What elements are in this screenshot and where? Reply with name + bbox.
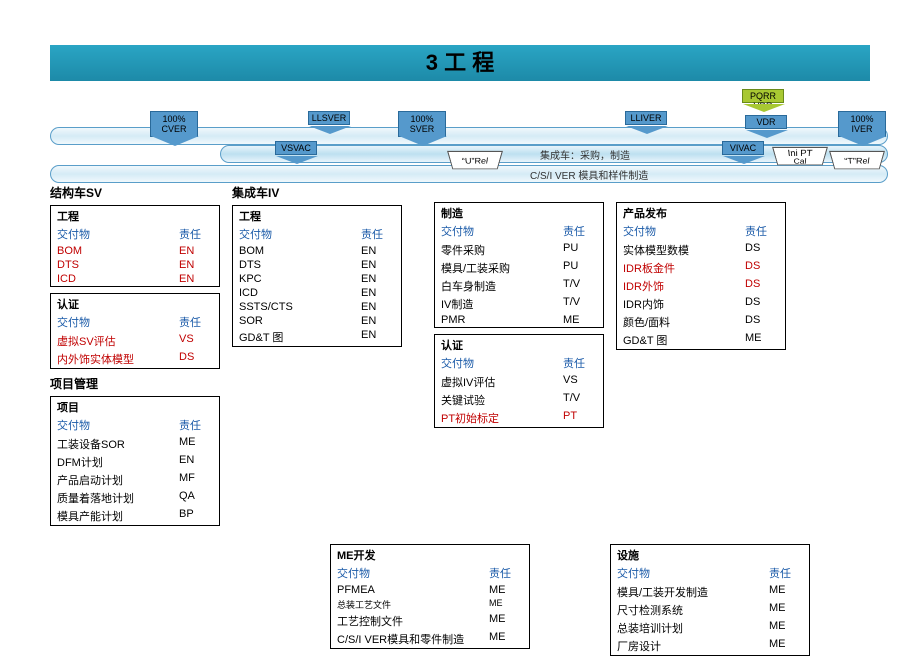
table-row: SOREN xyxy=(233,314,401,328)
box-title: 产品发布 xyxy=(617,203,785,223)
col-deliverable: 交付物 xyxy=(441,355,563,371)
table-row: DTSEN xyxy=(51,258,219,272)
table-row: IDR内饰DS xyxy=(617,295,785,313)
box-title: 工程 xyxy=(233,206,401,226)
sv-pm-box: 项目交付物责任工装设备SORMEDFM计划EN产品启动计划MF质量着落地计划QA… xyxy=(50,396,220,526)
box-title: 项目 xyxy=(51,397,219,417)
col-deliverable: 交付物 xyxy=(337,565,489,581)
table-row: PT初始标定PT xyxy=(435,409,603,427)
box-title: ME开发 xyxy=(331,545,529,565)
box-title: 制造 xyxy=(435,203,603,223)
iv-eng-box: 工程交付物责任 BOMENDTSENKPCENICDENSSTS/CTSENSOR… xyxy=(232,205,402,347)
col-resp: 责任 xyxy=(563,355,597,371)
milestone-chevron: 100%SVER xyxy=(398,111,446,137)
milestone-chevron: 100%IVER xyxy=(838,111,886,137)
table-row: 总装培训计划ME xyxy=(611,619,809,637)
col-deliverable: 交付物 xyxy=(617,565,769,581)
table-row: GD&T 图ME xyxy=(617,331,785,349)
timeline-label: C/S/I VER 模具和样件制造 xyxy=(530,167,648,182)
iv-header: 集成车IV xyxy=(232,184,402,201)
table-row: IDR外饰DS xyxy=(617,277,785,295)
col-resp: 责任 xyxy=(563,223,597,239)
pm-header: 项目管理 xyxy=(50,375,220,392)
table-row: BOMEN xyxy=(233,244,401,258)
milestone-trap: “T”Rel xyxy=(829,151,885,169)
table-row: 工艺控制文件ME xyxy=(331,612,529,630)
table-row: SSTS/CTSEN xyxy=(233,300,401,314)
box-title: 工程 xyxy=(51,206,219,226)
page-title: 3 工 程 xyxy=(50,45,870,81)
table-row: PMRME xyxy=(435,313,603,327)
col-deliverable: 交付物 xyxy=(239,226,361,242)
col-resp: 责任 xyxy=(179,417,213,433)
col-deliverable: 交付物 xyxy=(441,223,563,239)
box-title: 认证 xyxy=(435,335,603,355)
table-row: PFMEAME xyxy=(331,583,529,597)
table-row: ICDEN xyxy=(51,272,219,286)
table-row: KPCEN xyxy=(233,272,401,286)
milestone-chevron: VIVAC xyxy=(722,141,764,155)
table-row: C/S/I VER模具和零件制造ME xyxy=(331,630,529,648)
milestone-chevron: 100%CVER xyxy=(150,111,198,137)
prod-box: 产品发布交付物责任实体模型数模DSIDR板金件DSIDR外饰DSIDR内饰DS颜… xyxy=(616,202,786,350)
col-deliverable: 交付物 xyxy=(57,417,179,433)
table-row: IDR板金件DS xyxy=(617,259,785,277)
table-row: 模具产能计划BP xyxy=(51,507,219,525)
table-row: 模具/工装采购PU xyxy=(435,259,603,277)
table-row: 工装设备SORME xyxy=(51,435,219,453)
table-row: BOMEN xyxy=(51,244,219,258)
milestone-chevron: PQRRVDR xyxy=(742,89,784,103)
table-row: 模具/工装开发制造ME xyxy=(611,583,809,601)
table-row: DTSEN xyxy=(233,258,401,272)
timeline-label: 集成车：采购，制造 xyxy=(540,147,630,162)
table-row: 尺寸检测系统ME xyxy=(611,601,809,619)
mfg-box: 制造交付物责任零件采购PU模具/工装采购PU白车身制造T/VIV制造T/VPMR… xyxy=(434,202,604,328)
col-resp: 责任 xyxy=(489,565,523,581)
col-resp: 责任 xyxy=(769,565,803,581)
timeline: 集成车：采购，制造C/S/I VER 模具和样件制造100%CVERLLSVER… xyxy=(50,81,870,176)
milestone-chevron: LLSVER xyxy=(308,111,350,125)
fac-box: 设施交付物责任模具/工装开发制造ME尺寸检测系统ME总装培训计划ME厂房设计ME xyxy=(610,544,810,656)
col-resp: 责任 xyxy=(179,226,213,242)
table-row: 总装工艺文件ME xyxy=(331,597,529,612)
sv-eng-box: 工程交付物责任 BOMENDTSENICDEN xyxy=(50,205,220,287)
sv-header: 结构车SV xyxy=(50,184,220,201)
sv-cert-box: 认证交付物责任虚拟SV评估VS内外饰实体模型DS xyxy=(50,293,220,369)
table-row: 厂房设计ME xyxy=(611,637,809,655)
table-row: 实体模型数模DS xyxy=(617,241,785,259)
mfg-cert-box: 认证交付物责任虚拟IV评估VS关键试验T/VPT初始标定PT xyxy=(434,334,604,428)
milestone-trap: Ini PTCal xyxy=(772,147,828,165)
table-row: 产品启动计划MF xyxy=(51,471,219,489)
table-row: ICDEN xyxy=(233,286,401,300)
col-resp: 责任 xyxy=(745,223,779,239)
table-row: GD&T 图EN xyxy=(233,328,401,346)
table-row: IV制造T/V xyxy=(435,295,603,313)
table-row: 虚拟IV评估VS xyxy=(435,373,603,391)
table-row: 白车身制造T/V xyxy=(435,277,603,295)
col-resp: 责任 xyxy=(179,314,213,330)
table-row: 零件采购PU xyxy=(435,241,603,259)
table-row: 关键试验T/V xyxy=(435,391,603,409)
me-dev-box: ME开发交付物责任 PFMEAME总装工艺文件ME工艺控制文件MEC/S/I VE… xyxy=(330,544,530,649)
col-deliverable: 交付物 xyxy=(623,223,745,239)
table-row: 虚拟SV评估VS xyxy=(51,332,219,350)
table-row: 质量着落地计划QA xyxy=(51,489,219,507)
col-deliverable: 交付物 xyxy=(57,226,179,242)
table-row: 颜色/面料DS xyxy=(617,313,785,331)
table-row: DFM计划EN xyxy=(51,453,219,471)
milestone-chevron: LLIVER xyxy=(625,111,667,125)
milestone-chevron: VDR xyxy=(745,115,787,129)
col-deliverable: 交付物 xyxy=(57,314,179,330)
milestone-trap: “U”Rel xyxy=(447,151,503,169)
milestone-chevron: VSVAC xyxy=(275,141,317,155)
box-title: 认证 xyxy=(51,294,219,314)
table-row: 内外饰实体模型DS xyxy=(51,350,219,368)
box-title: 设施 xyxy=(611,545,809,565)
col-resp: 责任 xyxy=(361,226,395,242)
